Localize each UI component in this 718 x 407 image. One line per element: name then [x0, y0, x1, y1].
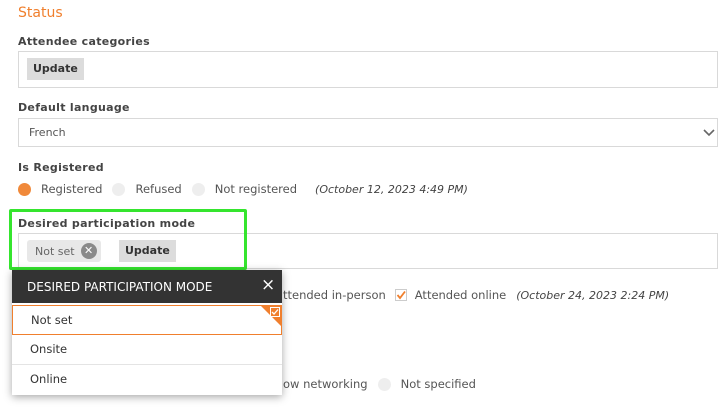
close-icon[interactable]: × — [261, 276, 275, 294]
radio-not-specified[interactable] — [377, 377, 391, 391]
radio-refused[interactable] — [112, 182, 126, 196]
participation-mode-dropdown: DESIRED PARTICIPATION MODE × Not set Ons… — [12, 270, 282, 395]
radio-not-registered-label: Not registered — [214, 182, 298, 196]
dropdown-item-onsite[interactable]: Onsite — [12, 335, 282, 365]
networking-option-1-label: ow networking — [283, 377, 368, 391]
radio-registered[interactable] — [18, 182, 31, 196]
attendance-row: ttended in-person Attended online (Octob… — [283, 288, 669, 302]
is-registered-label: Is Registered — [18, 161, 104, 174]
default-language-value: French — [29, 126, 66, 139]
participation-mode-update-button[interactable]: Update — [119, 240, 176, 262]
networking-row: ow networking Not specified — [283, 377, 476, 391]
chevron-down-icon — [703, 129, 715, 137]
default-language-select[interactable]: French — [18, 118, 718, 147]
attendee-categories-update-button[interactable]: Update — [27, 58, 84, 80]
radio-not-registered[interactable] — [191, 182, 205, 196]
radio-refused-label: Refused — [135, 182, 182, 196]
dropdown-item-online[interactable]: Online — [12, 365, 282, 395]
chip-label: Not set — [35, 244, 75, 258]
is-registered-radio-group: Registered Refused Not registered (Octob… — [18, 182, 468, 196]
dropdown-header: DESIRED PARTICIPATION MODE × — [12, 270, 282, 303]
dropdown-item-label: Onsite — [30, 342, 68, 356]
radio-registered-label: Registered — [41, 182, 103, 196]
default-language-label: Default language — [18, 101, 130, 114]
checkmark-icon — [396, 290, 406, 300]
participation-mode-chip: Not set ✕ — [27, 240, 101, 262]
attendance-timestamp: (October 24, 2023 2:24 PM) — [516, 288, 670, 302]
registered-timestamp: (October 12, 2023 4:49 PM) — [315, 182, 468, 196]
attendee-categories-field[interactable]: Update — [18, 51, 718, 88]
attended-online-label: Attended online — [414, 288, 507, 302]
dropdown-item-not-set[interactable]: Not set — [12, 305, 282, 335]
dropdown-item-label: Not set — [31, 313, 73, 327]
attended-online-checkbox[interactable] — [394, 289, 407, 301]
dropdown-item-label: Online — [30, 372, 68, 386]
networking-option-2-label: Not specified — [400, 377, 476, 391]
attended-in-person-label: ttended in-person — [283, 288, 386, 302]
dropdown-title: DESIRED PARTICIPATION MODE — [27, 280, 213, 294]
remove-chip-icon[interactable]: ✕ — [80, 243, 97, 259]
participation-mode-label: Desired participation mode — [18, 217, 196, 230]
attendee-categories-label: Attendee categories — [18, 35, 150, 48]
selected-check-icon — [270, 307, 280, 317]
status-section-title: Status — [18, 5, 63, 21]
